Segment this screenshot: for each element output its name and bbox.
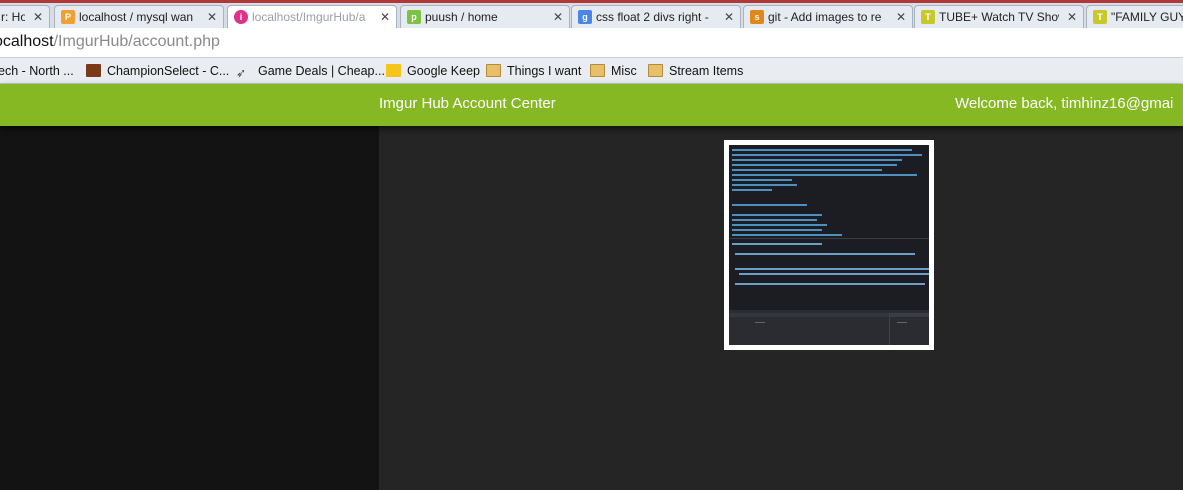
close-icon[interactable]: ✕ — [553, 6, 563, 28]
close-icon[interactable]: ✕ — [896, 6, 906, 28]
tab-title: localhost/ImgurHub/a — [252, 10, 366, 24]
bookmark-item[interactable]: ChampionSelect - C... — [86, 61, 229, 81]
bookmark-label: Things I want — [507, 64, 582, 78]
tubeplus-icon: T — [1093, 10, 1107, 24]
imgur-icon: i — [234, 10, 248, 24]
tubeplus-icon: T — [921, 10, 935, 24]
page-title: Imgur Hub Account Center — [379, 95, 556, 112]
tab-4[interactable]: g css float 2 divs right - ✕ — [571, 5, 741, 28]
tab-6[interactable]: T TUBE+ Watch TV Show ✕ — [914, 5, 1084, 28]
tab-3[interactable]: p puush / home ✕ — [400, 5, 570, 28]
close-icon[interactable]: ✕ — [380, 6, 390, 28]
tab-1[interactable]: P localhost / mysql wan ✕ — [54, 5, 224, 28]
bookmark-label: Google Keep — [407, 64, 480, 78]
champion-icon — [86, 64, 101, 77]
welcome-message: Welcome back, timhinz16@gmai — [955, 95, 1174, 112]
folder-icon — [486, 64, 501, 77]
tab-title: css float 2 divs right - — [596, 10, 709, 24]
bookmark-folder[interactable]: Stream Items — [648, 61, 743, 81]
address-bar[interactable]: ocalhost/ImgurHub/account.php — [0, 28, 1183, 58]
url-field[interactable]: ocalhost/ImgurHub/account.php — [0, 33, 220, 51]
stackoverflow-icon: s — [750, 10, 764, 24]
sidebar-panel — [0, 126, 379, 490]
bookmark-label: Game Deals | Cheap... — [258, 64, 385, 78]
tab-title: puush / home — [425, 10, 498, 24]
image-thumbnail[interactable] — [724, 140, 934, 350]
bookmark-folder[interactable]: Misc — [590, 61, 637, 81]
tab-title: "FAMILY GUY — [1111, 10, 1183, 24]
close-icon[interactable]: ✕ — [1067, 6, 1077, 28]
bookmarks-bar: ech - North ... ChampionSelect - C... ➶ G… — [0, 58, 1183, 84]
tab-7[interactable]: T "FAMILY GUY — [1086, 5, 1183, 28]
bookmark-label: ChampionSelect - C... — [107, 64, 230, 78]
bookmark-folder[interactable]: Things I want — [486, 61, 581, 81]
site-header: Imgur Hub Account Center Welcome back, t… — [0, 84, 1183, 126]
url-path: /ImgurHub/account.php — [53, 33, 220, 50]
tab-strip: r: Ho ✕ P localhost / mysql wan ✕ i loca… — [0, 0, 1183, 28]
keep-icon — [386, 64, 401, 77]
close-icon[interactable]: ✕ — [33, 6, 43, 28]
code-screenshot-image — [729, 145, 929, 345]
close-icon[interactable]: ✕ — [724, 6, 734, 28]
code-screenshot-graphic — [729, 145, 929, 345]
tab-title: r: Ho — [1, 10, 25, 24]
tab-title: TUBE+ Watch TV Show — [939, 10, 1059, 24]
folder-icon — [590, 64, 605, 77]
tab-0[interactable]: r: Ho ✕ — [0, 5, 50, 28]
close-icon[interactable]: ✕ — [207, 6, 217, 28]
tab-title: localhost / mysql wan — [79, 10, 194, 24]
tab-2[interactable]: i localhost/ImgurHub/a ✕ — [227, 5, 397, 28]
bookmark-label: Stream Items — [669, 64, 744, 78]
google-icon: g — [578, 10, 592, 24]
bird-icon: ➶ — [236, 66, 247, 80]
folder-icon — [648, 64, 663, 77]
puush-icon: p — [407, 10, 421, 24]
tab-title: git - Add images to re — [768, 10, 882, 24]
bookmark-item[interactable]: ech - North ... — [0, 61, 74, 81]
url-host: ocalhost — [0, 33, 54, 50]
phpmyadmin-icon: P — [61, 10, 75, 24]
bookmark-label: ech - North ... — [0, 64, 74, 78]
bookmark-label: Misc — [611, 64, 637, 78]
bookmark-item[interactable]: Google Keep — [386, 61, 480, 81]
tab-5[interactable]: s git - Add images to re ✕ — [743, 5, 913, 28]
bookmark-item[interactable]: ➶ Game Deals | Cheap... — [236, 61, 385, 81]
